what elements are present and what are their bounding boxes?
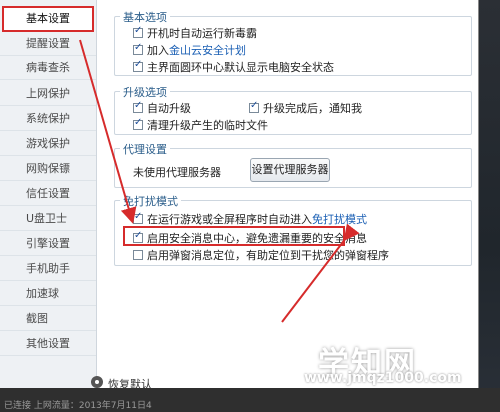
notify-label: 升级完成后，通知我 [263, 102, 362, 115]
no-disturb-title: 免打扰模式 [120, 193, 181, 209]
checkbox-auto-no-disturb[interactable] [133, 211, 143, 224]
upgrade-option-auto[interactable]: 自动升级 [133, 100, 191, 116]
popup-locate-label: 启用弹窗消息定位，有助定位到干扰您的弹窗程序 [147, 249, 389, 262]
clean-temp-label: 清理升级产生的临时文件 [147, 119, 268, 132]
upgrade-options-title: 升级选项 [120, 84, 170, 100]
sidebar-item-mobile-assistant[interactable]: 手机助手 [0, 257, 96, 281]
proxy-settings-title: 代理设置 [120, 141, 170, 157]
background-desktop [478, 0, 500, 412]
checkbox-cloud[interactable] [133, 42, 143, 55]
sidebar-item-speed-ball[interactable]: 加速球 [0, 282, 96, 306]
sidebar-item-basic[interactable]: 基本设置 [2, 6, 94, 32]
settings-sidebar: 基本设置 提醒设置 病毒查杀 上网保护 系统保护 游戏保护 网购保镖 信任设置 … [0, 0, 97, 388]
basic-option-autostart[interactable]: 开机时自动运行新毒霸 [133, 25, 257, 41]
sidebar-item-shopping-guard[interactable]: 网购保镖 [0, 157, 96, 181]
checkbox-notify[interactable] [249, 100, 259, 113]
checkbox-auto-upgrade[interactable] [133, 100, 143, 113]
no-disturb-link[interactable]: 免打扰模式 [312, 213, 367, 226]
auto-upgrade-label: 自动升级 [147, 102, 191, 115]
set-proxy-button[interactable]: 设置代理服务器 [250, 158, 330, 182]
gear-icon[interactable] [91, 376, 103, 388]
checkbox-autostart[interactable] [133, 25, 143, 38]
checkbox-ring-status[interactable] [133, 59, 143, 72]
sidebar-item-screenshot[interactable]: 截图 [0, 307, 96, 331]
upgrade-option-notify[interactable]: 升级完成后，通知我 [249, 100, 362, 116]
upgrade-option-clean[interactable]: 清理升级产生的临时文件 [133, 117, 268, 133]
sidebar-item-web-protection[interactable]: 上网保护 [0, 82, 96, 106]
highlight-box [123, 226, 345, 246]
cloud-security-link[interactable]: 金山云安全计划 [169, 44, 246, 57]
basic-option-cloud[interactable]: 加入金山云安全计划 [133, 42, 246, 58]
checkbox-clean-temp[interactable] [133, 117, 143, 130]
background-status-text: 已连接 上网流量：2013年7月11日4 [4, 401, 152, 411]
ring-status-label: 主界面圆环中心默认显示电脑安全状态 [147, 61, 334, 74]
autostart-label: 开机时自动运行新毒霸 [147, 27, 257, 40]
restore-defaults-link[interactable]: 恢复默认 [108, 376, 152, 392]
basic-options-title: 基本选项 [120, 9, 170, 25]
cloud-prefix: 加入 [147, 44, 169, 57]
sidebar-item-other[interactable]: 其他设置 [0, 332, 96, 356]
sidebar-item-virus-scan[interactable]: 病毒查杀 [0, 56, 96, 80]
sidebar-item-trust[interactable]: 信任设置 [0, 182, 96, 206]
no-disturb-option-popup-locate[interactable]: 启用弹窗消息定位，有助定位到干扰您的弹窗程序 [133, 247, 389, 263]
no-disturb-option-auto[interactable]: 在运行游戏或全屏程序时自动进入免打扰模式 [133, 211, 367, 227]
auto-no-disturb-label: 在运行游戏或全屏程序时自动进入 [147, 213, 312, 226]
settings-dialog: 基本设置 提醒设置 病毒查杀 上网保护 系统保护 游戏保护 网购保镖 信任设置 … [0, 0, 479, 391]
watermark-url: www.jmqz1000.com [304, 370, 462, 386]
sidebar-item-engine[interactable]: 引擎设置 [0, 232, 96, 256]
basic-option-ring-status[interactable]: 主界面圆环中心默认显示电脑安全状态 [133, 59, 334, 75]
sidebar-item-usb-guard[interactable]: U盘卫士 [0, 207, 96, 231]
proxy-status-text: 未使用代理服务器 [133, 166, 221, 179]
checkbox-popup-locate[interactable] [133, 250, 143, 260]
sidebar-item-game-protection[interactable]: 游戏保护 [0, 132, 96, 156]
sidebar-item-system-protection[interactable]: 系统保护 [0, 107, 96, 131]
sidebar-item-reminder[interactable]: 提醒设置 [0, 32, 96, 56]
